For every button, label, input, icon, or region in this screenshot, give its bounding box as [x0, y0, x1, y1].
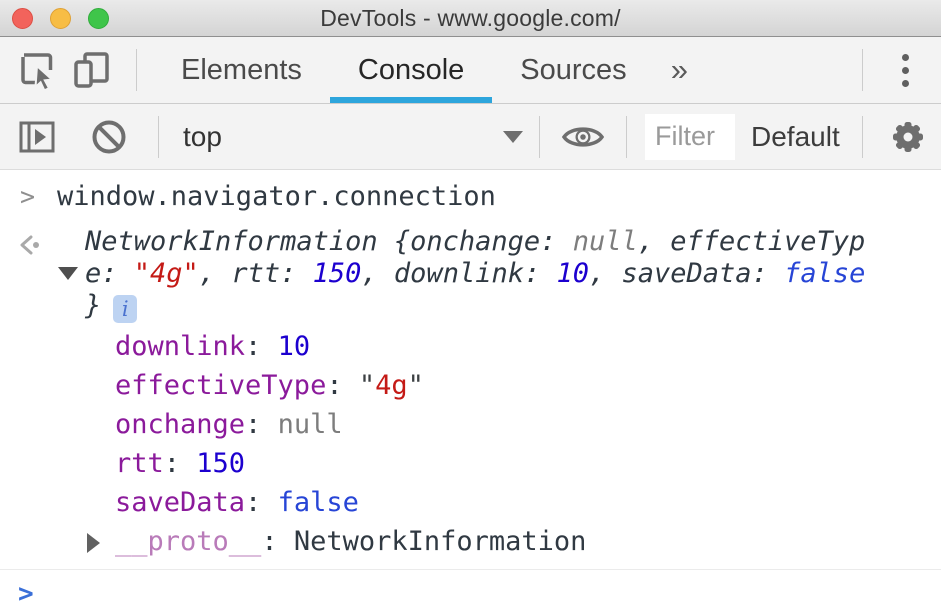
token-plain: ,: [361, 258, 394, 289]
expand-arrow-icon[interactable]: [87, 533, 100, 553]
property-row[interactable]: downlink: 10: [115, 327, 941, 366]
property-row[interactable]: onchange: null: [115, 405, 941, 444]
token-plain: ,: [589, 258, 622, 289]
token-string: "4g": [134, 258, 199, 289]
token-plain: :: [752, 258, 785, 289]
window-title: DevTools - www.google.com/: [320, 5, 620, 32]
devtools-main-toolbar: Elements Console Sources »: [0, 37, 941, 104]
token-quote: ": [408, 370, 424, 401]
toolbar-divider: [862, 49, 863, 91]
traffic-lights: [12, 8, 109, 29]
log-levels-dropdown[interactable]: Default: [751, 121, 840, 153]
token-string: 4g: [375, 370, 408, 401]
token-plain: :: [245, 331, 278, 362]
token-plain: :: [326, 370, 359, 401]
inspect-element-icon[interactable]: [14, 46, 62, 94]
create-live-expression-icon[interactable]: [558, 114, 608, 160]
return-value-icon: [0, 226, 57, 565]
token-plain: :: [245, 409, 278, 440]
tab-elements[interactable]: Elements: [153, 37, 330, 103]
token-number: 10: [278, 331, 311, 362]
evaluation-info-icon[interactable]: i: [113, 295, 137, 323]
property-key: effectiveType: [115, 370, 326, 401]
token-plain: NetworkInformation: [85, 226, 394, 257]
property-key: __proto__: [115, 526, 261, 557]
token-plain: :: [164, 448, 197, 479]
token-plain: :: [524, 258, 557, 289]
console-input-echo-row: > window.navigator.connection: [0, 170, 941, 220]
more-panels-chevron-icon[interactable]: »: [661, 52, 698, 88]
property-key: saveData: [115, 487, 245, 518]
chevron-down-icon: [503, 131, 523, 143]
console-result-row: NetworkInformation {onchange: null, effe…: [0, 220, 941, 569]
toolbar-divider: [158, 116, 159, 158]
evaluated-expression: window.navigator.connection: [57, 180, 941, 214]
minimize-window-icon[interactable]: [50, 8, 71, 29]
toolbar-divider: [136, 49, 137, 91]
token-number: 150: [313, 258, 362, 289]
token-plain: :: [101, 258, 134, 289]
token-plain: e: [85, 258, 101, 289]
token-plain: ,: [638, 226, 671, 257]
customize-devtools-menu-icon[interactable]: [883, 46, 927, 94]
property-row[interactable]: effectiveType: "4g": [115, 366, 941, 405]
token-boolean: false: [278, 487, 359, 518]
token-quote: ": [359, 370, 375, 401]
toolbar-divider: [626, 116, 627, 158]
toggle-device-toolbar-icon[interactable]: [68, 46, 116, 94]
token-plain: :: [540, 226, 573, 257]
javascript-context-selector[interactable]: top: [183, 121, 523, 153]
console-prompt-icon: >: [0, 579, 34, 609]
context-selector-value: top: [183, 121, 222, 153]
window-titlebar: DevTools - www.google.com/: [0, 0, 941, 37]
token-number: 10: [556, 258, 589, 289]
console-settings-gear-icon[interactable]: [885, 114, 931, 160]
show-console-sidebar-icon[interactable]: [14, 114, 60, 160]
token-plain: }: [85, 290, 101, 321]
console-messages-pane: > window.navigator.connection NetworkInf…: [0, 170, 941, 615]
property-key: onchange: [115, 409, 245, 440]
filter-input[interactable]: [645, 114, 735, 160]
token-plain: saveData: [622, 258, 752, 289]
token-null: null: [278, 409, 343, 440]
toolbar-divider: [862, 116, 863, 158]
object-preview-line: }i: [85, 290, 941, 323]
collapse-arrow-icon[interactable]: [58, 267, 78, 280]
token-boolean: false: [784, 258, 865, 289]
property-row[interactable]: saveData: false: [115, 483, 941, 522]
close-window-icon[interactable]: [12, 8, 33, 29]
object-preview-line: e: "4g", rtt: 150, downlink: 10, saveDat…: [85, 258, 941, 290]
token-plain: rtt: [231, 258, 280, 289]
console-entry: > window.navigator.connection NetworkInf…: [0, 170, 941, 570]
object-properties: downlink: 10effectiveType: "4g"onchange:…: [85, 327, 941, 565]
tab-console[interactable]: Console: [330, 37, 492, 103]
input-prompt-icon: >: [0, 180, 57, 214]
property-key: downlink: [115, 331, 245, 362]
token-plain: NetworkInformation: [294, 526, 587, 557]
token-null: null: [573, 226, 638, 257]
property-row[interactable]: rtt: 150: [115, 444, 941, 483]
token-plain: :: [280, 258, 313, 289]
token-plain: :: [245, 487, 278, 518]
clear-console-icon[interactable]: [86, 114, 132, 160]
token-plain: :: [261, 526, 294, 557]
toolbar-divider: [539, 116, 540, 158]
console-toolbar: top Default: [0, 104, 941, 170]
token-plain: effectiveTyp: [670, 226, 865, 257]
zoom-window-icon[interactable]: [88, 8, 109, 29]
object-preview-line: NetworkInformation {onchange: null, effe…: [85, 226, 941, 258]
tab-sources[interactable]: Sources: [492, 37, 654, 103]
token-number: 150: [196, 448, 245, 479]
console-prompt-row[interactable]: >: [0, 570, 941, 609]
object-preview[interactable]: NetworkInformation {onchange: null, effe…: [57, 226, 941, 565]
token-plain: downlink: [394, 258, 524, 289]
token-plain: {onchange: [394, 226, 540, 257]
property-row[interactable]: __proto__: NetworkInformation: [115, 522, 941, 561]
token-plain: ,: [199, 258, 232, 289]
panel-tabs: Elements Console Sources: [153, 37, 655, 103]
property-key: rtt: [115, 448, 164, 479]
